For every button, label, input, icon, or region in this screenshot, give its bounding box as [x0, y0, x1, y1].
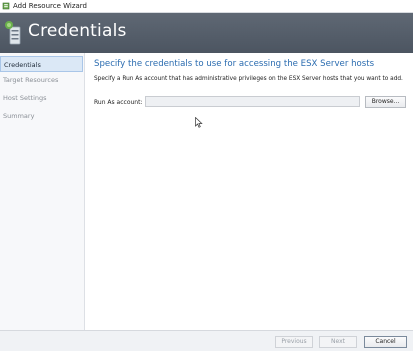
main-content: Specify the credentials to use for acces… [85, 53, 413, 330]
section-heading: Specify the credentials to use for acces… [94, 59, 375, 69]
cancel-button[interactable]: Cancel [364, 336, 407, 348]
sidebar-item-credentials[interactable]: Credentials [0, 56, 83, 72]
server-stack-icon [5, 21, 21, 45]
previous-button[interactable]: Previous [275, 336, 313, 348]
sidebar-item-host-settings[interactable]: Host Settings [0, 90, 83, 106]
wizard-footer: Previous Next Cancel [0, 330, 413, 351]
wizard-app-icon [2, 2, 10, 10]
browse-button[interactable]: Browse... [365, 96, 406, 108]
sidebar-item-target-resources[interactable]: Target Resources [0, 72, 83, 88]
mouse-pointer-icon [195, 117, 203, 128]
window-title: Add Resource Wizard [13, 2, 87, 10]
run-as-account-label: Run As account: [94, 99, 143, 106]
wizard-header: Credentials [0, 13, 413, 53]
next-button[interactable]: Next [319, 336, 357, 348]
page-title: Credentials [28, 21, 127, 41]
section-description: Specify a Run As account that has admini… [94, 76, 403, 82]
wizard-steps-sidebar: Credentials Target Resources Host Settin… [0, 53, 85, 330]
run-as-account-field[interactable] [145, 96, 360, 107]
sidebar-item-summary[interactable]: Summary [0, 108, 83, 124]
title-bar: Add Resource Wizard [0, 0, 413, 13]
wizard-window: Add Resource Wizard Credentials Credenti… [0, 0, 413, 351]
